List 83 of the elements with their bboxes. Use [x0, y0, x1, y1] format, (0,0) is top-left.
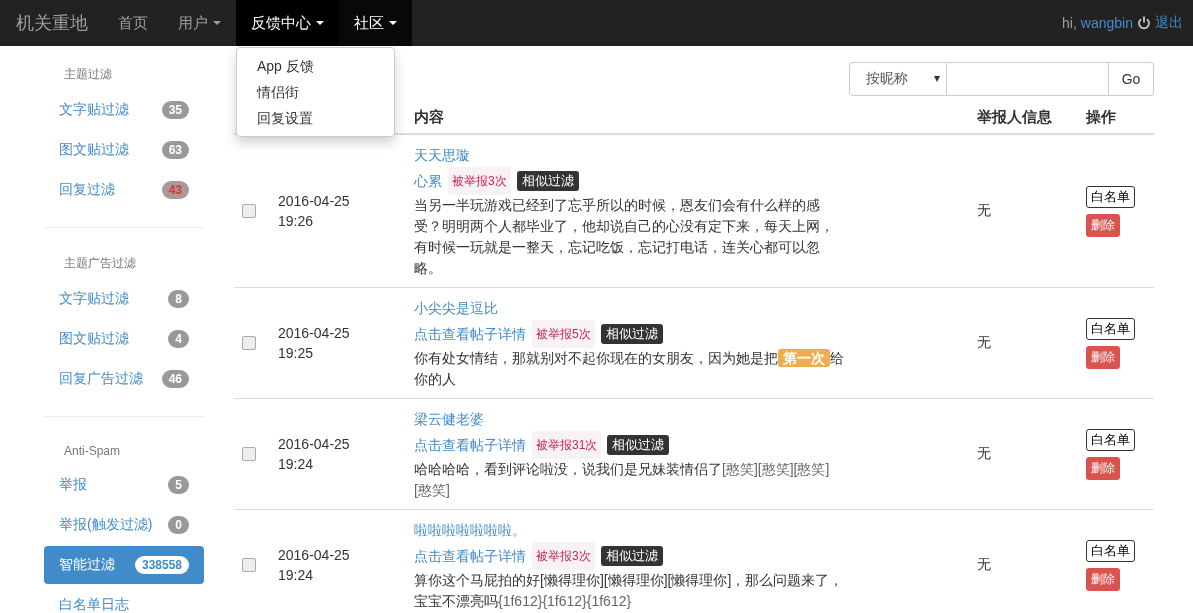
whitelist-button[interactable]: 白名单 [1086, 185, 1135, 208]
column-header: 内容 [406, 102, 969, 134]
sidebar-item[interactable]: 文字贴过滤 35 [44, 91, 204, 129]
sidebar-item[interactable]: 举报 5 [44, 466, 204, 504]
author-link[interactable]: 天天思璇 [414, 143, 961, 167]
filter-tag: 相似过滤 [516, 171, 579, 191]
dropdown-arrow-icon [934, 76, 940, 82]
reporter-info: 无 [969, 287, 1078, 399]
sidebar-item[interactable]: 白名单日志 [44, 586, 204, 613]
post-content: 你有处女情结，那就别对不起你现在的女朋友，因为她是把 第一次 给你的人 [414, 348, 844, 389]
delete-button[interactable]: 删除 [1086, 213, 1120, 237]
go-button[interactable]: Go [1109, 62, 1154, 96]
whitelist-button[interactable]: 白名单 [1086, 539, 1135, 562]
column-header: 举报人信息 [969, 102, 1078, 134]
filter-tag: 相似过滤 [600, 546, 663, 566]
post-detail-link[interactable]: 点击查看帖子详情 [414, 544, 526, 568]
nav-item[interactable]: 用户 [163, 0, 236, 46]
count-badge: 5 [168, 476, 189, 494]
post-detail-link[interactable]: 心累 [414, 169, 442, 193]
sidebar-item[interactable]: 智能过滤 338558 [44, 546, 204, 584]
row-checkbox[interactable] [242, 204, 256, 218]
filter-tag: 相似过滤 [607, 435, 670, 455]
report-count-label: 被举报31次 [532, 431, 602, 459]
post-content: 算你这个马屁拍的好[懒得理你][懒得理你][懒得理你]，那么问题来了，宝宝不漂亮吗{1f612}{1f612}{1f612} [414, 571, 844, 611]
greeting-text: hi, [1062, 15, 1077, 31]
column-header: 操作 [1078, 102, 1154, 134]
post-content: 哈哈哈哈，看到评论啦没，说我们是兄妹装情侣了[憨笑][憨笑][憨笑][憨笑] [414, 460, 831, 500]
sidebar-item[interactable]: 举报(触发过滤) 0 [44, 506, 204, 544]
menu-item[interactable]: 情侣街 [237, 79, 394, 105]
post-date: 2016-04-25 [278, 324, 351, 343]
post-time: 19:25 [278, 344, 315, 363]
whitelist-button[interactable]: 白名单 [1086, 428, 1135, 451]
filter-tag: 相似过滤 [600, 324, 663, 344]
brand-logo[interactable]: 机关重地 [0, 0, 103, 46]
nav-item[interactable]: 首页 [103, 0, 163, 46]
row-checkbox[interactable] [242, 558, 256, 572]
post-time: 19:24 [278, 566, 315, 585]
author-link[interactable]: 梁云健老婆 [414, 407, 961, 431]
count-badge: 8 [168, 290, 189, 308]
menu-item[interactable]: App 反馈 [237, 53, 394, 79]
whitelist-button[interactable]: 白名单 [1086, 317, 1135, 340]
post-detail-link[interactable]: 点击查看帖子详情 [414, 433, 526, 457]
username-link[interactable]: wangbin [1080, 15, 1133, 31]
sidebar-item[interactable]: 图文贴过滤 63 [44, 131, 204, 169]
sidebar-item[interactable]: 图文贴过滤 4 [44, 320, 204, 358]
delete-button[interactable]: 删除 [1086, 567, 1120, 591]
count-badge: 0 [168, 516, 189, 534]
post-time: 19:26 [278, 212, 315, 231]
row-checkbox[interactable] [242, 336, 256, 350]
post-date: 2016-04-25 [278, 546, 351, 565]
search-field[interactable] [947, 62, 1109, 96]
report-count-label: 被举报5次 [532, 320, 595, 348]
row-checkbox[interactable] [242, 447, 256, 461]
count-badge: 46 [161, 370, 189, 388]
post-date: 2016-04-25 [278, 435, 351, 454]
logout-link[interactable]: 退出 [1155, 14, 1183, 32]
reporter-info: 无 [969, 398, 1078, 510]
power-icon [1137, 16, 1151, 30]
count-badge: 338558 [134, 556, 189, 574]
post-time: 19:24 [278, 455, 315, 474]
report-count-label: 被举报3次 [532, 542, 595, 570]
count-badge: 43 [161, 181, 189, 199]
sidebar-item[interactable]: 文字贴过滤 8 [44, 280, 204, 318]
sidebar-item[interactable]: 回复过滤 43 [44, 171, 204, 209]
author-link[interactable]: 小尖尖是逗比 [414, 296, 961, 320]
delete-button[interactable]: 删除 [1086, 345, 1120, 369]
section-header: 主题广告过滤 [63, 255, 137, 272]
post-date: 2016-04-25 [278, 192, 351, 211]
author-link[interactable]: 啦啦啦啦啦啦啦。 [414, 518, 961, 542]
reporter-info: 无 [969, 134, 1078, 288]
count-badge: 4 [168, 330, 189, 348]
report-count-label: 被举报3次 [448, 167, 511, 195]
reporter-info: 无 [969, 509, 1078, 613]
menu-item[interactable]: 回复设置 [237, 105, 394, 131]
post-content: 当另一半玩游戏已经到了忘乎所以的时候，恩友们会有什么样的感受？明明两个人都毕业了，他却说自己的心没有定下来，每天上网，有时候一玩就是一整天，忘记吃饭，忘记打电话，连关心都可以忽略。 [414, 196, 835, 278]
post-detail-link[interactable]: 点击查看帖子详情 [414, 322, 526, 346]
section-header: Anti-Spam [63, 443, 122, 460]
nav-item[interactable]: 社区 [339, 0, 412, 46]
delete-button[interactable]: 删除 [1086, 456, 1120, 480]
section-header: 主题过滤 [63, 66, 113, 83]
sidebar-item[interactable]: 回复广告过滤 46 [44, 360, 204, 398]
count-badge: 63 [161, 141, 189, 159]
count-badge: 35 [161, 101, 189, 119]
